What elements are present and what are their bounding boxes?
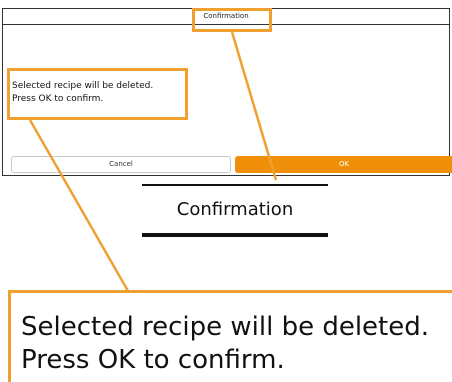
annotated-screenshot: Confirmation Selected recipe will be del… [0,0,452,382]
zoomed-message-text: Selected recipe will be deleted. Press O… [21,311,429,377]
zoomed-title-text: Confirmation [176,199,294,220]
zoomed-title-top-rule [142,184,328,186]
message-highlight-box [7,68,188,120]
zoomed-title-panel: Confirmation [142,181,328,244]
zoomed-message-line-2: Press OK to confirm. [21,345,285,375]
zoomed-title-bottom-rule [142,233,328,237]
cancel-button[interactable]: Cancel [11,156,231,173]
title-highlight-box [192,8,272,32]
zoomed-message-line-1: Selected recipe will be deleted. [21,312,430,342]
ok-button[interactable]: OK [235,156,452,173]
zoomed-message-panel: Selected recipe will be deleted. Press O… [8,290,452,382]
